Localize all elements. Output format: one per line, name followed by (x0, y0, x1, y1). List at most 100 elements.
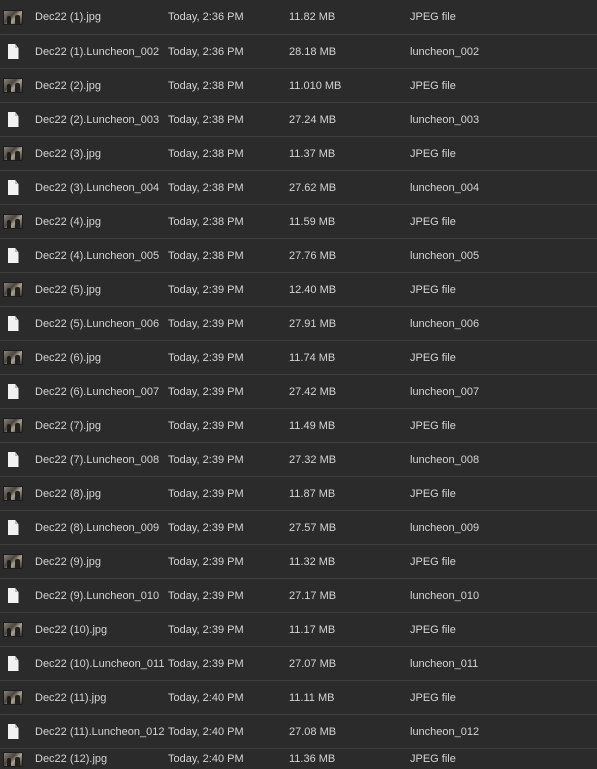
file-name: Dec22 (8).Luncheon_009 (35, 521, 160, 534)
file-icon-cell (2, 273, 24, 306)
file-icon-cell (2, 579, 24, 612)
file-date-modified: Today, 2:38 PM (168, 249, 244, 262)
file-size: 27.07 MB (289, 657, 337, 670)
file-date-modified: Today, 2:36 PM (168, 11, 244, 23)
file-name: Dec22 (8).jpg (35, 487, 102, 500)
file-name: Dec22 (4).jpg (35, 215, 102, 228)
file-name: Dec22 (2).Luncheon_003 (35, 113, 160, 126)
file-kind: luncheon_011 (410, 657, 479, 670)
file-name: Dec22 (4).Luncheon_005 (35, 249, 160, 262)
file-name: Dec22 (1).jpg (35, 11, 102, 23)
file-kind: luncheon_007 (410, 385, 480, 398)
file-name: Dec22 (9).jpg (35, 555, 102, 568)
file-row[interactable]: Dec22 (7).jpg Today, 2:39 PM 11.49 MB JPEG … (0, 409, 597, 443)
file-date-modified: Today, 2:39 PM (168, 453, 244, 466)
file-row[interactable]: Dec22 (1).Luncheon_002 Today, 2:36 PM 28.1… (0, 35, 597, 69)
file-kind: JPEG file (410, 555, 456, 568)
document-icon (7, 588, 19, 603)
file-date-modified: Today, 2:38 PM (168, 215, 244, 228)
file-row[interactable]: Dec22 (9).jpg Today, 2:39 PM 11.32 MB JPEG … (0, 545, 597, 579)
file-name: Dec22 (1).Luncheon_002 (35, 45, 160, 58)
file-row[interactable]: Dec22 (2).Luncheon_003 Today, 2:38 PM 27.2… (0, 103, 597, 137)
file-icon-cell (2, 137, 24, 170)
file-icon-cell (2, 307, 24, 340)
file-row[interactable]: Dec22 (8).Luncheon_009 Today, 2:39 PM 27.5… (0, 511, 597, 545)
file-row[interactable]: Dec22 (5).Luncheon_006 Today, 2:39 PM 27.9… (0, 307, 597, 341)
jpeg-thumbnail-icon (3, 418, 23, 433)
file-kind: luncheon_009 (410, 521, 480, 534)
file-row[interactable]: Dec22 (10).Luncheon_011 Today, 2:39 PM 27.… (0, 647, 597, 681)
file-kind: luncheon_008 (410, 453, 480, 466)
file-size: 11.32 MB (289, 555, 336, 568)
file-name: Dec22 (2).jpg (35, 79, 102, 92)
file-icon-cell (2, 171, 24, 204)
jpeg-thumbnail-icon (3, 751, 23, 767)
file-size: 11.17 MB (289, 623, 336, 636)
file-date-modified: Today, 2:39 PM (168, 385, 244, 398)
jpeg-thumbnail-icon (3, 690, 23, 705)
file-date-modified: Today, 2:39 PM (168, 555, 244, 568)
file-icon-cell (2, 511, 24, 544)
file-size: 11.11 MB (289, 691, 335, 704)
file-name: Dec22 (10).jpg (35, 623, 108, 636)
file-icon-cell (2, 681, 24, 714)
jpeg-thumbnail-icon (3, 78, 23, 93)
file-list: Dec22 (1).jpg Today, 2:36 PM 11.82 MB JPEG … (0, 0, 597, 769)
file-size: 27.08 MB (289, 725, 337, 738)
file-row[interactable]: Dec22 (3).Luncheon_004 Today, 2:38 PM 27.6… (0, 171, 597, 205)
file-name: Dec22 (5).jpg (35, 283, 102, 296)
file-name: Dec22 (11).Luncheon_012 (35, 725, 165, 738)
file-size: 27.32 MB (289, 453, 337, 466)
file-size: 27.17 MB (289, 589, 337, 602)
document-icon (7, 248, 19, 263)
file-icon-cell (2, 443, 24, 476)
jpeg-thumbnail-icon (3, 486, 23, 501)
file-name: Dec22 (7).jpg (35, 419, 102, 432)
file-name: Dec22 (11).jpg (35, 691, 107, 704)
file-kind: JPEG file (410, 147, 456, 160)
file-row[interactable]: Dec22 (11).jpg Today, 2:40 PM 11.11 MB JPEG… (0, 681, 597, 715)
file-row[interactable]: Dec22 (6).jpg Today, 2:39 PM 11.74 MB JPEG … (0, 341, 597, 375)
file-size: 11.37 MB (289, 147, 336, 160)
document-icon (7, 520, 19, 535)
document-icon (7, 180, 19, 195)
file-date-modified: Today, 2:40 PM (168, 691, 244, 704)
file-name: Dec22 (12).jpg (35, 753, 108, 765)
file-name: Dec22 (3).jpg (35, 147, 102, 160)
file-kind: JPEG file (410, 283, 456, 296)
file-icon-cell (2, 477, 24, 510)
file-icon-cell (2, 409, 24, 442)
file-kind: JPEG file (410, 623, 456, 636)
file-icon-cell (2, 69, 24, 102)
file-row[interactable]: Dec22 (5).jpg Today, 2:39 PM 12.40 MB JPEG … (0, 273, 597, 307)
file-date-modified: Today, 2:39 PM (168, 351, 244, 364)
file-name: Dec22 (5).Luncheon_006 (35, 317, 160, 330)
file-kind: JPEG file (410, 691, 456, 704)
file-kind: JPEG file (410, 215, 456, 228)
file-name: Dec22 (7).Luncheon_008 (35, 453, 160, 466)
document-icon (7, 384, 19, 399)
jpeg-thumbnail-icon (3, 9, 23, 25)
file-row[interactable]: Dec22 (3).jpg Today, 2:38 PM 11.37 MB JPEG … (0, 137, 597, 171)
file-icon-cell (2, 545, 24, 578)
file-date-modified: Today, 2:39 PM (168, 657, 244, 670)
file-icon-cell (2, 647, 24, 680)
file-row[interactable]: Dec22 (1).jpg Today, 2:36 PM 11.82 MB JPEG … (0, 0, 597, 35)
file-row[interactable]: Dec22 (4).Luncheon_005 Today, 2:38 PM 27.7… (0, 239, 597, 273)
file-icon-cell (2, 749, 24, 769)
file-row[interactable]: Dec22 (11).Luncheon_012 Today, 2:40 PM 27.… (0, 715, 597, 749)
file-kind: JPEG file (410, 79, 456, 92)
file-row[interactable]: Dec22 (10).jpg Today, 2:39 PM 11.17 MB JPEG… (0, 613, 597, 647)
file-row[interactable]: Dec22 (8).jpg Today, 2:39 PM 11.87 MB JPEG … (0, 477, 597, 511)
file-row[interactable]: Dec22 (2).jpg Today, 2:38 PM 11.010 MB JPEG… (0, 69, 597, 103)
file-row[interactable]: Dec22 (12).jpg Today, 2:40 PM 11.36 MB JPEG… (0, 749, 597, 769)
file-date-modified: Today, 2:38 PM (168, 181, 244, 194)
file-kind: luncheon_002 (410, 45, 480, 58)
file-row[interactable]: Dec22 (7).Luncheon_008 Today, 2:39 PM 27.3… (0, 443, 597, 477)
file-date-modified: Today, 2:39 PM (168, 623, 244, 636)
file-row[interactable]: Dec22 (4).jpg Today, 2:38 PM 11.59 MB JPEG … (0, 205, 597, 239)
file-row[interactable]: Dec22 (9).Luncheon_010 Today, 2:39 PM 27.1… (0, 579, 597, 613)
file-row[interactable]: Dec22 (6).Luncheon_007 Today, 2:39 PM 27.4… (0, 375, 597, 409)
file-size: 11.87 MB (289, 487, 336, 500)
jpeg-thumbnail-icon (3, 554, 23, 569)
